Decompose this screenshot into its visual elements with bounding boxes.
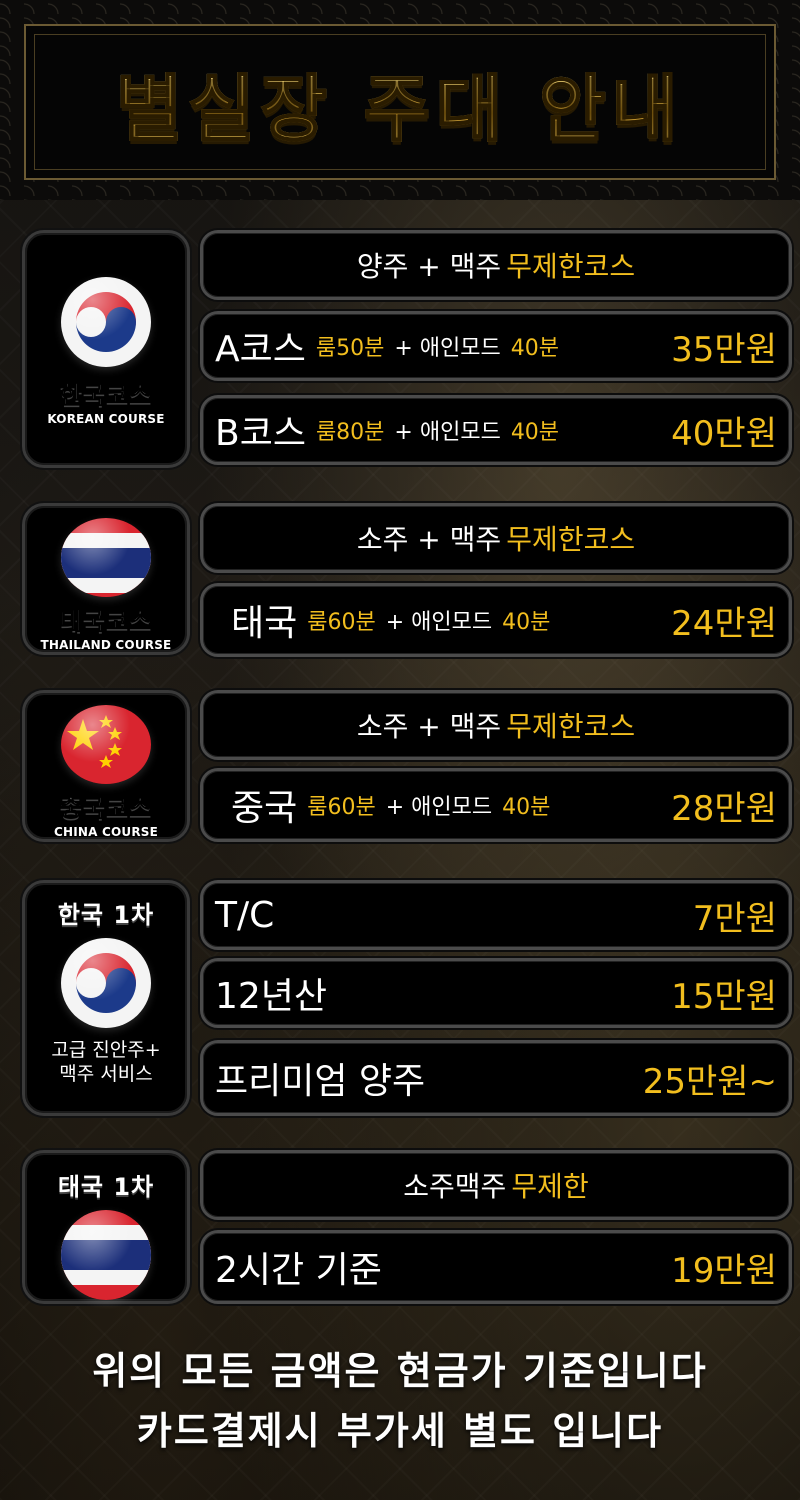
korea-flag-icon bbox=[61, 938, 151, 1028]
row-price: 28만원 bbox=[671, 788, 777, 829]
china-course-badge: 중국코스 CHINA COURSE bbox=[22, 690, 190, 842]
row-time: 40분 bbox=[510, 420, 560, 445]
row-room: 룸60분 bbox=[307, 795, 376, 820]
korea-first-badge: 한국 1차 고급 진안주+ 맥주 서비스 bbox=[22, 880, 190, 1116]
korea-first-row-12y: 12년산 15만원 bbox=[200, 958, 792, 1028]
korea-first-row-tc: T/C 7만원 bbox=[200, 880, 792, 950]
korea-first-row-premium: 프리미엄 양주 25만원~ bbox=[200, 1040, 792, 1116]
china-course-header-highlight: 무제한코스 bbox=[506, 710, 636, 743]
thai-first-header-highlight: 무제한 bbox=[511, 1170, 589, 1203]
row-price: 40만원 bbox=[671, 413, 777, 454]
china-course-title: 중국코스 bbox=[59, 794, 153, 823]
row-room: 룸50분 bbox=[315, 336, 385, 361]
china-course-row: 중국 룸60분 + 애인모드 40분 28만원 bbox=[200, 768, 792, 842]
row-price: 35만원 bbox=[671, 329, 777, 370]
thailand-flag-icon bbox=[61, 518, 151, 597]
row-name: 태국 bbox=[231, 603, 298, 644]
korean-course-row-b: B코스 룸80분 + 애인모드 40분 40만원 bbox=[200, 395, 792, 465]
thailand-course-header: 소주 + 맥주 무제한코스 bbox=[200, 503, 792, 573]
china-flag-icon bbox=[61, 705, 151, 784]
china-course-header-text: 소주 + 맥주 bbox=[356, 710, 502, 743]
thailand-course-subtitle: THAILAND COURSE bbox=[40, 638, 172, 652]
page-title: 별실장 주대 안내 bbox=[115, 50, 684, 155]
korean-course-header: 양주 + 맥주 무제한코스 bbox=[200, 230, 792, 300]
row-name: 12년산 bbox=[215, 976, 328, 1017]
thailand-course-badge: 태국코스 THAILAND COURSE bbox=[22, 503, 190, 655]
thai-first-row: 2시간 기준 19만원 bbox=[200, 1230, 792, 1304]
thai-first-title: 태국 1차 bbox=[57, 1173, 155, 1201]
row-name: A코스 bbox=[215, 329, 306, 370]
korea-first-desc-line1: 고급 진안주+ bbox=[51, 1039, 161, 1061]
korean-course-badge: 한국코스 KOREAN COURSE bbox=[22, 230, 190, 468]
korean-course-header-highlight: 무제한코스 bbox=[506, 250, 636, 283]
korea-flag-icon bbox=[61, 277, 151, 367]
thailand-course-header-highlight: 무제한코스 bbox=[506, 523, 636, 556]
header-frame: 별실장 주대 안내 bbox=[24, 24, 776, 180]
row-price: 24만원 bbox=[671, 603, 777, 644]
row-plus: + 애인모드 bbox=[394, 336, 501, 361]
thai-first-header-text: 소주맥주 bbox=[403, 1170, 507, 1203]
thailand-flag-icon bbox=[61, 1210, 151, 1300]
korean-course-header-text: 양주 + 맥주 bbox=[356, 250, 502, 283]
row-price: 19만원 bbox=[671, 1250, 777, 1291]
thai-first-header: 소주맥주 무제한 bbox=[200, 1150, 792, 1220]
row-name: 2시간 기준 bbox=[215, 1250, 382, 1291]
row-time: 40분 bbox=[502, 610, 551, 635]
korean-course-row-a: A코스 룸50분 + 애인모드 40분 35만원 bbox=[200, 311, 792, 381]
thailand-course-row: 태국 룸60분 + 애인모드 40분 24만원 bbox=[200, 583, 792, 657]
thailand-course-header-text: 소주 + 맥주 bbox=[356, 523, 502, 556]
row-name: T/C bbox=[215, 894, 275, 936]
row-name: 프리미엄 양주 bbox=[215, 1061, 426, 1102]
china-course-header: 소주 + 맥주 무제한코스 bbox=[200, 690, 792, 760]
row-name: 중국 bbox=[231, 788, 298, 829]
row-plus: + 애인모드 bbox=[394, 420, 501, 445]
row-plus: + 애인모드 bbox=[385, 610, 493, 635]
row-name: B코스 bbox=[215, 413, 306, 454]
thai-first-badge: 태국 1차 bbox=[22, 1150, 190, 1304]
row-price: 25만원~ bbox=[642, 1061, 777, 1102]
china-course-subtitle: CHINA COURSE bbox=[53, 825, 159, 839]
korean-course-title: 한국코스 bbox=[59, 381, 153, 410]
row-time: 40분 bbox=[502, 795, 551, 820]
row-price: 7만원 bbox=[692, 898, 777, 939]
korean-course-subtitle: KOREAN COURSE bbox=[47, 412, 165, 426]
korea-first-desc-line2: 맥주 서비스 bbox=[59, 1063, 153, 1085]
row-time: 40분 bbox=[510, 336, 559, 361]
header-inner: 별실장 주대 안내 bbox=[34, 34, 766, 170]
row-plus: + 애인모드 bbox=[385, 795, 493, 820]
footer-notice-line1: 위의 모든 금액은 현금가 기준입니다 bbox=[92, 1349, 708, 1393]
row-room: 룸80분 bbox=[315, 420, 385, 445]
korea-first-title: 한국 1차 bbox=[57, 901, 155, 929]
row-room: 룸60분 bbox=[307, 610, 376, 635]
thailand-course-title: 태국코스 bbox=[59, 607, 153, 636]
row-price: 15만원 bbox=[671, 976, 777, 1017]
footer-notice-line2: 카드결제시 부가세 별도 입니다 bbox=[136, 1409, 664, 1453]
korea-first-description: 고급 진안주+ 맥주 서비스 bbox=[51, 1038, 160, 1086]
